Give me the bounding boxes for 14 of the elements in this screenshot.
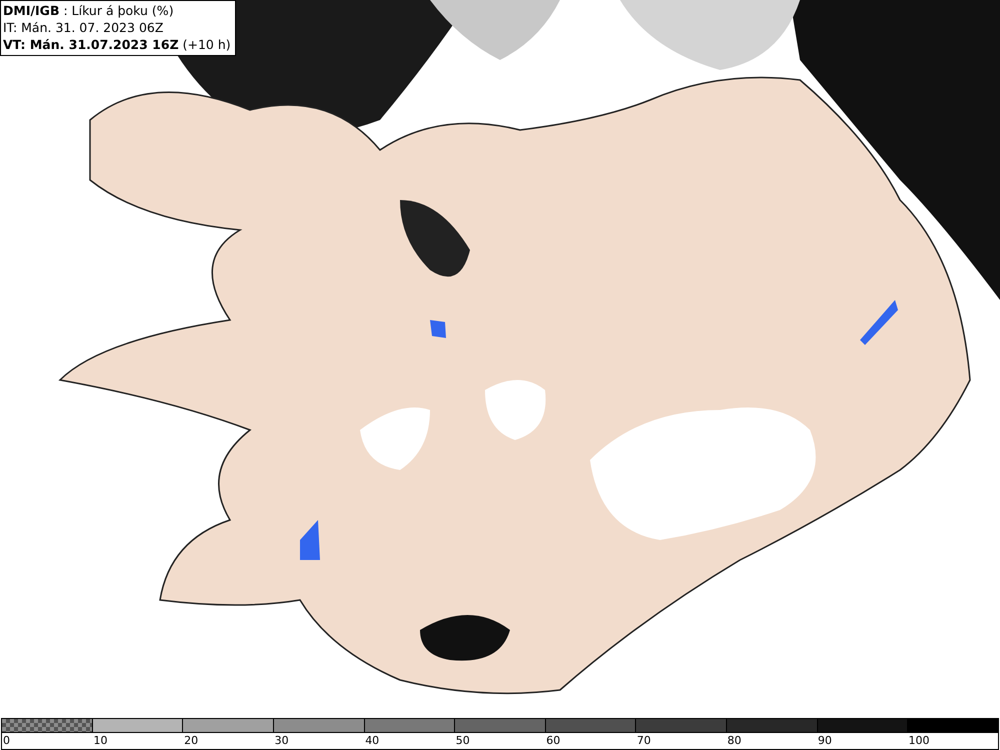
legend-label: 10	[94, 734, 108, 747]
legend-label: 50	[456, 734, 470, 747]
legend-label: 60	[546, 734, 560, 747]
legend-label: 20	[184, 734, 198, 747]
legend-label: 30	[274, 734, 289, 747]
legend-label: 80	[727, 734, 742, 747]
title-line: IT: Mán. 31. 07. 2023 06Z	[3, 19, 164, 36]
legend-label: 90	[818, 734, 832, 747]
title-line: VT: Mán. 31.07.2023 16Z (+10 h)	[3, 36, 231, 53]
title-line: DMI/IGB : Líkur á þoku (%)	[3, 2, 175, 19]
legend-label: 70	[636, 734, 651, 747]
legend-label: 100	[908, 734, 930, 747]
legend-label: 0	[3, 734, 10, 747]
legend-label: 40	[365, 734, 380, 747]
